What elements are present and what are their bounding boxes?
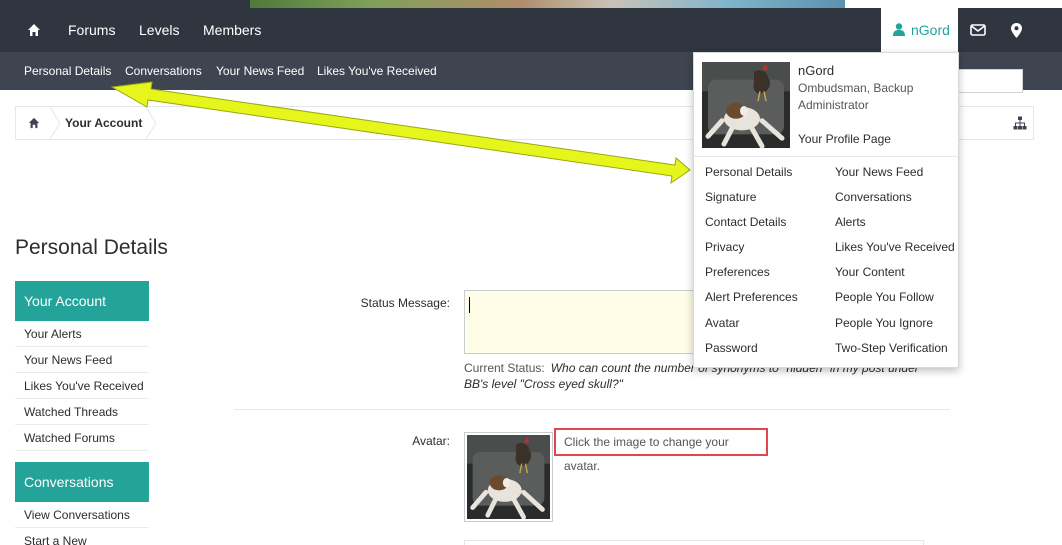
avatar-image-button[interactable] [464, 432, 553, 522]
nav-members[interactable]: Members [203, 8, 261, 52]
form-divider [234, 409, 950, 410]
nav-inbox[interactable] [966, 8, 990, 52]
map-marker-icon [1010, 22, 1022, 38]
avatar-hint-highlight: Click the image to change your avatar. [554, 428, 768, 473]
breadcrumb-separator [50, 107, 60, 139]
subnav-personal-details[interactable]: Personal Details [24, 52, 111, 90]
sidebar-conversations: Conversations View Conversations Start a… [15, 462, 149, 545]
dropdown-username[interactable]: nGord [798, 63, 834, 78]
dropdown-item-preferences[interactable]: Preferences [705, 264, 798, 289]
header-banner [0, 0, 1062, 8]
sidebar-item-view-conversations[interactable]: View Conversations [15, 502, 149, 528]
sidebar-item-start-new[interactable]: Start a New [15, 528, 149, 545]
nav-forums[interactable]: Forums [68, 8, 115, 52]
banner-artwork-edge [845, 0, 1062, 8]
sidebar-item-news-feed[interactable]: Your News Feed [15, 347, 149, 373]
subnav-conversations[interactable]: Conversations [125, 52, 202, 90]
breadcrumb-separator [146, 107, 156, 139]
dropdown-item-people-you-follow[interactable]: People You Follow [835, 289, 955, 314]
dropdown-item-alerts[interactable]: Alerts [835, 214, 955, 239]
text-caret [469, 297, 470, 313]
dropdown-user-title: Ombudsman, Backup Administrator [798, 81, 914, 112]
dropdown-item-privacy[interactable]: Privacy [705, 239, 798, 264]
sidebar-header-your-account[interactable]: Your Account [15, 281, 149, 321]
page-title: Personal Details [15, 236, 168, 259]
sidebar-your-account: Your Account Your Alerts Your News Feed … [15, 281, 149, 451]
dropdown-item-people-you-ignore[interactable]: People You Ignore [835, 315, 955, 340]
dropdown-item-alert-preferences[interactable]: Alert Preferences [705, 289, 798, 314]
dropdown-profile-link[interactable]: Your Profile Page [798, 132, 891, 146]
search-input[interactable] [955, 69, 1023, 93]
dropdown-item-personal-details[interactable]: Personal Details [705, 164, 798, 189]
sidebar-item-watched-threads[interactable]: Watched Threads [15, 399, 149, 425]
dropdown-avatar[interactable] [702, 62, 790, 148]
dropdown-item-contact-details[interactable]: Contact Details [705, 214, 798, 239]
account-dropdown: nGord Ombudsman, Backup Administrator Yo… [693, 52, 959, 368]
sidebar-header-conversations[interactable]: Conversations [15, 462, 149, 502]
dropdown-item-signature[interactable]: Signature [705, 189, 798, 214]
sidebar-item-likes-received[interactable]: Likes You've Received [15, 373, 149, 399]
dropdown-item-your-content[interactable]: Your Content [835, 264, 955, 289]
dropdown-item-two-step-verification[interactable]: Two-Step Verification [835, 340, 955, 365]
banner-artwork [250, 0, 850, 8]
dropdown-item-news-feed[interactable]: Your News Feed [835, 164, 955, 189]
nav-home[interactable] [22, 8, 46, 52]
avatar-hint-text: Click the image to change your avatar. [564, 435, 729, 473]
dropdown-item-conversations[interactable]: Conversations [835, 189, 955, 214]
sidebar-item-your-alerts[interactable]: Your Alerts [15, 321, 149, 347]
next-field-box[interactable] [464, 540, 924, 545]
breadcrumb-your-account[interactable]: Your Account [65, 107, 142, 139]
avatar-picture [702, 62, 790, 148]
home-icon [28, 24, 40, 36]
dropdown-item-avatar[interactable]: Avatar [705, 315, 798, 340]
status-message-label: Status Message: [360, 296, 450, 310]
nav-alerts[interactable] [1004, 8, 1028, 52]
dropdown-right-column: Your News Feed Conversations Alerts Like… [835, 164, 955, 365]
dropdown-item-likes-received[interactable]: Likes You've Received [835, 239, 955, 264]
home-icon [28, 117, 40, 129]
subnav-news-feed[interactable]: Your News Feed [216, 52, 304, 90]
dropdown-item-password[interactable]: Password [705, 340, 798, 365]
sitemap-icon[interactable] [1013, 116, 1027, 130]
envelope-icon [970, 24, 986, 36]
dropdown-left-column: Personal Details Signature Contact Detai… [705, 164, 798, 365]
main-navbar: Forums Levels Members nGord [0, 8, 1062, 60]
user-icon [893, 23, 905, 36]
status-message-input[interactable] [464, 290, 704, 354]
dropdown-divider [694, 156, 958, 157]
nav-username: nGord [911, 22, 950, 38]
sidebar-item-watched-forums[interactable]: Watched Forums [15, 425, 149, 451]
avatar-picture [467, 435, 550, 519]
subnav-likes-received[interactable]: Likes You've Received [317, 52, 437, 90]
breadcrumb-home[interactable] [16, 107, 52, 139]
nav-levels[interactable]: Levels [139, 8, 179, 52]
current-status-label: Current Status: [464, 361, 545, 375]
avatar-label: Avatar: [412, 434, 450, 448]
